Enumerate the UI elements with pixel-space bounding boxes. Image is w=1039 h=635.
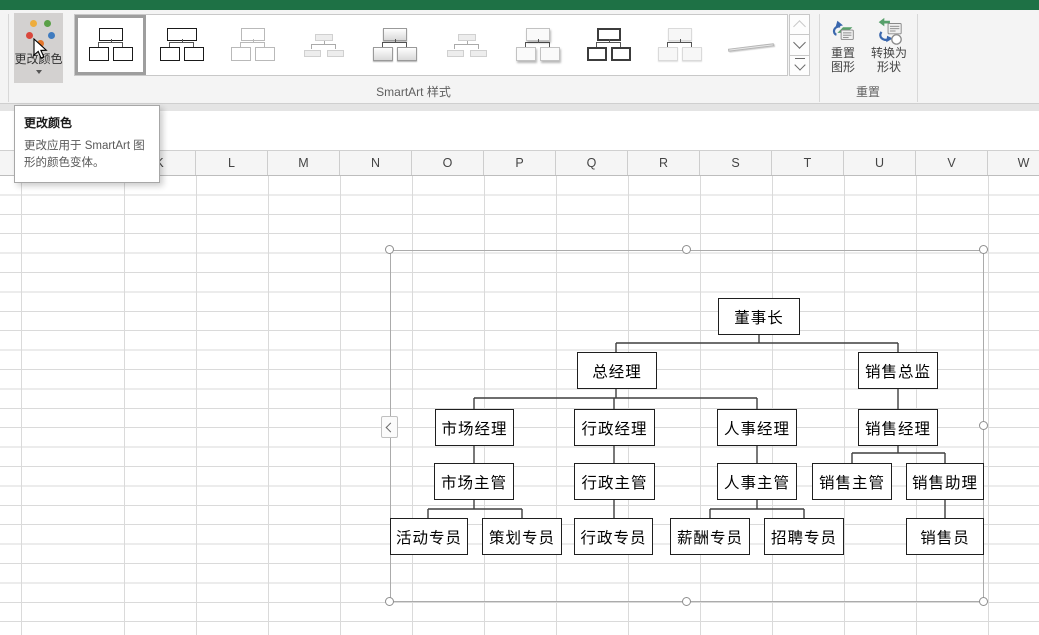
smartart-style-6[interactable] xyxy=(431,15,502,75)
org-node-renshijingli[interactable]: 人事经理 xyxy=(717,409,797,446)
excel-window: 更改颜色 SmartArt 样式 重置 图形 xyxy=(0,0,1039,635)
selection-handle-right-center[interactable] xyxy=(979,421,988,430)
dot-green xyxy=(44,20,51,27)
reset-graphic-icon xyxy=(828,16,858,46)
column-header-P[interactable]: P xyxy=(484,151,556,175)
chevron-down-icon xyxy=(794,60,805,71)
smartart-style-2-icon xyxy=(159,26,205,64)
convert-to-shapes-button[interactable]: 转换为 形状 xyxy=(864,14,914,92)
title-bar xyxy=(0,0,1039,10)
column-header-M[interactable]: M xyxy=(268,151,340,175)
column-header-W[interactable]: W xyxy=(988,151,1039,175)
smartart-style-6-icon xyxy=(444,26,490,64)
org-node-xiaoshouzhuli[interactable]: 销售助理 xyxy=(906,463,984,500)
chevron-down-icon xyxy=(793,37,806,50)
smartart-style-4-icon xyxy=(301,26,347,64)
selection-handle-bottom-left[interactable] xyxy=(385,597,394,606)
smartart-style-8-icon xyxy=(586,26,632,64)
sheet-grid[interactable] xyxy=(0,176,1039,635)
convert-to-shapes-label-line2: 形状 xyxy=(877,60,901,74)
org-node-xinchouzhuanyuan[interactable]: 薪酬专员 xyxy=(670,518,750,555)
smartart-style-7[interactable] xyxy=(502,15,573,75)
org-node-xingzhengzhuanyuan[interactable]: 行政专员 xyxy=(574,518,653,555)
smartart-style-5[interactable] xyxy=(360,15,431,75)
org-node-renshizhuguan[interactable]: 人事主管 xyxy=(717,463,797,500)
group-separator xyxy=(917,14,918,102)
org-node-xiaoshouyuan[interactable]: 销售员 xyxy=(906,518,984,555)
change-colors-icon xyxy=(22,17,56,49)
org-node-shichangzhuguan[interactable]: 市场主管 xyxy=(434,463,514,500)
smartart-styles-group-label: SmartArt 样式 xyxy=(8,83,819,100)
gallery-more-button[interactable] xyxy=(789,55,810,76)
org-node-cehuazhuanyuan[interactable]: 策划专员 xyxy=(482,518,562,555)
column-header-S[interactable]: S xyxy=(700,151,772,175)
org-node-dongshizhang[interactable]: 董事长 xyxy=(718,298,800,335)
smartart-style-gallery xyxy=(74,14,788,76)
smartart-style-1-icon xyxy=(88,26,134,64)
gallery-scrollbar xyxy=(789,14,810,76)
org-node-zongjingli[interactable]: 总经理 xyxy=(577,352,657,389)
column-header-T[interactable]: T xyxy=(772,151,844,175)
chevron-down-icon xyxy=(36,70,42,74)
convert-to-shapes-icon xyxy=(874,16,904,46)
convert-to-shapes-label-line1: 转换为 xyxy=(871,46,907,60)
smartart-style-7-icon xyxy=(515,26,561,64)
smartart-style-2[interactable] xyxy=(146,15,217,75)
dot-yellow xyxy=(30,20,37,27)
selection-handle-top-left[interactable] xyxy=(385,245,394,254)
reset-group-label: 重置 xyxy=(819,83,917,100)
gallery-scroll-up-button[interactable] xyxy=(789,14,810,35)
smartart-style-3[interactable] xyxy=(217,15,288,75)
selection-handle-top-center[interactable] xyxy=(682,245,691,254)
reset-graphic-label-line1: 重置 xyxy=(831,46,855,60)
text-pane-toggle-button[interactable] xyxy=(381,416,398,438)
org-node-xiaoshoujingli[interactable]: 销售经理 xyxy=(858,409,938,446)
org-node-zhaopinzhuanyuan[interactable]: 招聘专员 xyxy=(764,518,844,555)
column-header-Q[interactable]: Q xyxy=(556,151,628,175)
column-header-O[interactable]: O xyxy=(412,151,484,175)
selection-handle-bottom-center[interactable] xyxy=(682,597,691,606)
smartart-style-9[interactable] xyxy=(645,15,716,75)
reset-graphic-button[interactable]: 重置 图形 xyxy=(822,14,864,92)
selection-handle-top-right[interactable] xyxy=(979,245,988,254)
org-node-xingzhengzhuguan[interactable]: 行政主管 xyxy=(574,463,655,500)
smartart-style-5-icon xyxy=(372,26,418,64)
column-header-U[interactable]: U xyxy=(844,151,916,175)
column-header-V[interactable]: V xyxy=(916,151,988,175)
tooltip-title: 更改颜色 xyxy=(24,114,150,131)
column-header-R[interactable]: R xyxy=(628,151,700,175)
org-node-huodongzhuanyuan[interactable]: 活动专员 xyxy=(390,518,468,555)
tooltip-body: 更改应用于 SmartArt 图形的颜色变体。 xyxy=(24,138,150,173)
smartart-style-10-icon xyxy=(722,26,780,64)
selection-handle-bottom-right[interactable] xyxy=(979,597,988,606)
org-node-shichangjingli[interactable]: 市场经理 xyxy=(435,409,514,446)
smartart-style-4[interactable] xyxy=(289,15,360,75)
smartart-style-1[interactable] xyxy=(75,15,146,75)
smartart-style-10[interactable] xyxy=(716,15,787,75)
smartart-style-3-icon xyxy=(230,26,276,64)
column-header-N[interactable]: N xyxy=(340,151,412,175)
reset-graphic-label-line2: 图形 xyxy=(831,60,855,74)
smartart-style-9-icon xyxy=(657,26,703,64)
column-header-L[interactable]: L xyxy=(196,151,268,175)
ribbon-smartart-design: 更改颜色 SmartArt 样式 重置 图形 xyxy=(0,10,1039,104)
gallery-scroll-down-button[interactable] xyxy=(789,34,810,55)
org-node-xingzhengjingli[interactable]: 行政经理 xyxy=(574,409,655,446)
chevron-left-icon xyxy=(386,422,396,432)
org-node-xiaoshouzongjian[interactable]: 销售总监 xyxy=(858,352,938,389)
org-node-xiaoshouzhuguan[interactable]: 销售主管 xyxy=(812,463,892,500)
dot-blue xyxy=(48,32,55,39)
tooltip: 更改颜色 更改应用于 SmartArt 图形的颜色变体。 xyxy=(14,105,160,183)
smartart-style-8[interactable] xyxy=(573,15,644,75)
change-colors-button[interactable]: 更改颜色 xyxy=(14,13,63,83)
dot-red xyxy=(26,32,33,39)
chevron-up-icon xyxy=(793,20,806,33)
dot-orange xyxy=(37,40,44,47)
change-colors-label: 更改颜色 xyxy=(14,50,62,67)
